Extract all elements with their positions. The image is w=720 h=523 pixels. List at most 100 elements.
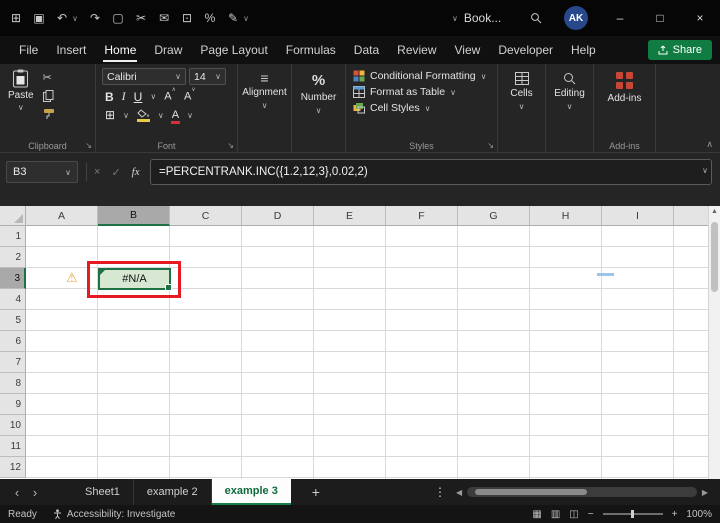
tab-developer[interactable]: Developer (489, 37, 562, 63)
font-family-combobox[interactable]: Calibri ∨ (102, 68, 186, 85)
column-header-f[interactable]: F (386, 206, 458, 226)
format-as-table-button[interactable]: Format as Table ∨ (353, 86, 493, 98)
percent-style-icon[interactable]: % (204, 11, 216, 25)
group-cells[interactable]: Cells ∨ (498, 64, 546, 152)
column-header-i[interactable]: I (602, 206, 674, 226)
insert-function-icon[interactable]: fx (132, 166, 140, 178)
enter-icon[interactable]: ✓ (111, 166, 120, 179)
group-addins[interactable]: Add-ins Add-ins (594, 64, 656, 152)
column-header-g[interactable]: G (458, 206, 530, 226)
row-header-5[interactable]: 5 (0, 310, 26, 331)
column-header-partial[interactable] (674, 206, 708, 226)
workbook-name[interactable]: Book... (464, 11, 501, 25)
font-color-button[interactable]: A (170, 109, 181, 124)
fill-color-dropdown-icon[interactable]: ∨ (158, 111, 164, 120)
sheet-tab-example-2[interactable]: example 2 (134, 479, 212, 505)
cut-button[interactable]: ✂ (43, 71, 55, 84)
column-header-d[interactable]: D (242, 206, 314, 226)
styles-dialog-launcher-icon[interactable]: ↘ (487, 141, 494, 150)
row-header-10[interactable]: 10 (0, 415, 26, 436)
vertical-scrollbar[interactable]: ▲ (708, 206, 720, 479)
accessibility-status[interactable]: Accessibility: Investigate (53, 509, 175, 520)
new-sheet-button[interactable]: + (307, 484, 325, 500)
font-color-dropdown-icon[interactable]: ∨ (187, 111, 193, 120)
horizontal-scrollbar[interactable]: ◀ ▶ (456, 485, 708, 499)
font-size-combobox[interactable]: 14 ∨ (189, 68, 226, 85)
name-box[interactable]: B3 ∨ (6, 161, 78, 183)
sheet-options-icon[interactable]: ⋮ (434, 485, 446, 499)
row-header-4[interactable]: 4 (0, 289, 26, 310)
redo-icon[interactable]: ↷ (89, 11, 101, 25)
row-header-2[interactable]: 2 (0, 247, 26, 268)
tab-data[interactable]: Data (345, 37, 388, 63)
row-header-6[interactable]: 6 (0, 331, 26, 352)
expand-formula-bar-icon[interactable]: ∨ (702, 166, 708, 175)
borders-button[interactable]: ⊞ (105, 108, 115, 122)
vertical-scrollbar-thumb[interactable] (711, 222, 718, 292)
font-dialog-launcher-icon[interactable]: ↘ (227, 141, 234, 150)
print-icon[interactable]: ⊡ (181, 11, 193, 25)
zoom-out-button[interactable]: − (588, 509, 594, 520)
copy-button[interactable] (42, 90, 55, 102)
increase-font-button[interactable]: A∧ (164, 87, 176, 103)
row-header-11[interactable]: 11 (0, 436, 26, 457)
page-break-view-icon[interactable]: ◫ (569, 509, 578, 520)
group-alignment[interactable]: ≡ Alignment ∨ (238, 64, 292, 152)
tab-draw[interactable]: Draw (145, 37, 191, 63)
undo-dropdown-icon[interactable]: ∨ (72, 14, 78, 23)
qat-more-icon[interactable]: ∨ (243, 14, 249, 23)
tab-page-layout[interactable]: Page Layout (191, 37, 276, 63)
close-button[interactable]: × (680, 0, 720, 36)
workbook-title[interactable]: ∨ Book... (452, 0, 501, 36)
copy-icon[interactable]: ▢ (112, 11, 124, 25)
sheet-nav-left-icon[interactable]: ‹ (8, 485, 26, 500)
page-layout-view-icon[interactable]: ▥ (551, 509, 560, 520)
tab-review[interactable]: Review (388, 37, 445, 63)
row-header-9[interactable]: 9 (0, 394, 26, 415)
horizontal-scrollbar-thumb[interactable] (475, 489, 588, 495)
scroll-left-icon[interactable]: ◀ (456, 488, 462, 497)
column-header-e[interactable]: E (314, 206, 386, 226)
decrease-font-button[interactable]: A∨ (184, 87, 196, 103)
conditional-formatting-button[interactable]: Conditional Formatting ∨ (353, 70, 493, 82)
underline-button[interactable]: U (134, 90, 143, 104)
name-box-dropdown-icon[interactable]: ∨ (65, 168, 71, 177)
group-editing[interactable]: Editing ∨ (546, 64, 594, 152)
save-icon[interactable]: ▣ (33, 11, 45, 25)
borders-dropdown-icon[interactable]: ∨ (123, 111, 129, 120)
tab-home[interactable]: Home (95, 37, 145, 63)
clipboard-dialog-launcher-icon[interactable]: ↘ (85, 141, 92, 150)
cut-icon[interactable]: ✂ (135, 11, 147, 25)
paste-dropdown-icon[interactable]: ∨ (18, 103, 24, 112)
tab-insert[interactable]: Insert (47, 37, 95, 63)
group-number[interactable]: % Number ∨ (292, 64, 346, 152)
italic-button[interactable]: I (122, 89, 126, 104)
cell-styles-button[interactable]: Cell Styles ∨ (353, 102, 493, 114)
tab-file[interactable]: File (10, 37, 47, 63)
tab-view[interactable]: View (446, 37, 490, 63)
column-header-h[interactable]: H (530, 206, 602, 226)
normal-view-icon[interactable]: ▦ (532, 509, 541, 520)
row-header-8[interactable]: 8 (0, 373, 26, 394)
formula-input[interactable]: =PERCENTRANK.INC({1.2,12,3},0.02,2) (150, 159, 712, 185)
zoom-level[interactable]: 100% (686, 509, 712, 520)
row-header-7[interactable]: 7 (0, 352, 26, 373)
cancel-icon[interactable]: × (94, 166, 100, 178)
scroll-up-icon[interactable]: ▲ (709, 208, 720, 215)
column-header-a[interactable]: A (26, 206, 98, 226)
share-button[interactable]: Share (647, 40, 712, 60)
sheet-tab-example-3[interactable]: example 3 (211, 479, 291, 505)
undo-icon[interactable]: ↶ (56, 11, 68, 25)
sheet-tab-sheet1[interactable]: Sheet1 (72, 479, 134, 505)
format-painter-button[interactable] (43, 108, 55, 120)
column-header-b[interactable]: B (98, 206, 170, 226)
row-header-12[interactable]: 12 (0, 457, 26, 478)
sheet-nav-right-icon[interactable]: › (26, 485, 44, 500)
pen-icon[interactable]: ✎ (227, 11, 239, 25)
underline-dropdown-icon[interactable]: ∨ (150, 92, 156, 101)
view-switcher-icon[interactable]: ⊞ (10, 11, 22, 25)
select-all-corner[interactable] (0, 206, 26, 226)
error-checking-warning-icon[interactable]: ⚠ (66, 270, 78, 286)
avatar[interactable]: AK (564, 6, 588, 30)
tab-formulas[interactable]: Formulas (277, 37, 345, 63)
